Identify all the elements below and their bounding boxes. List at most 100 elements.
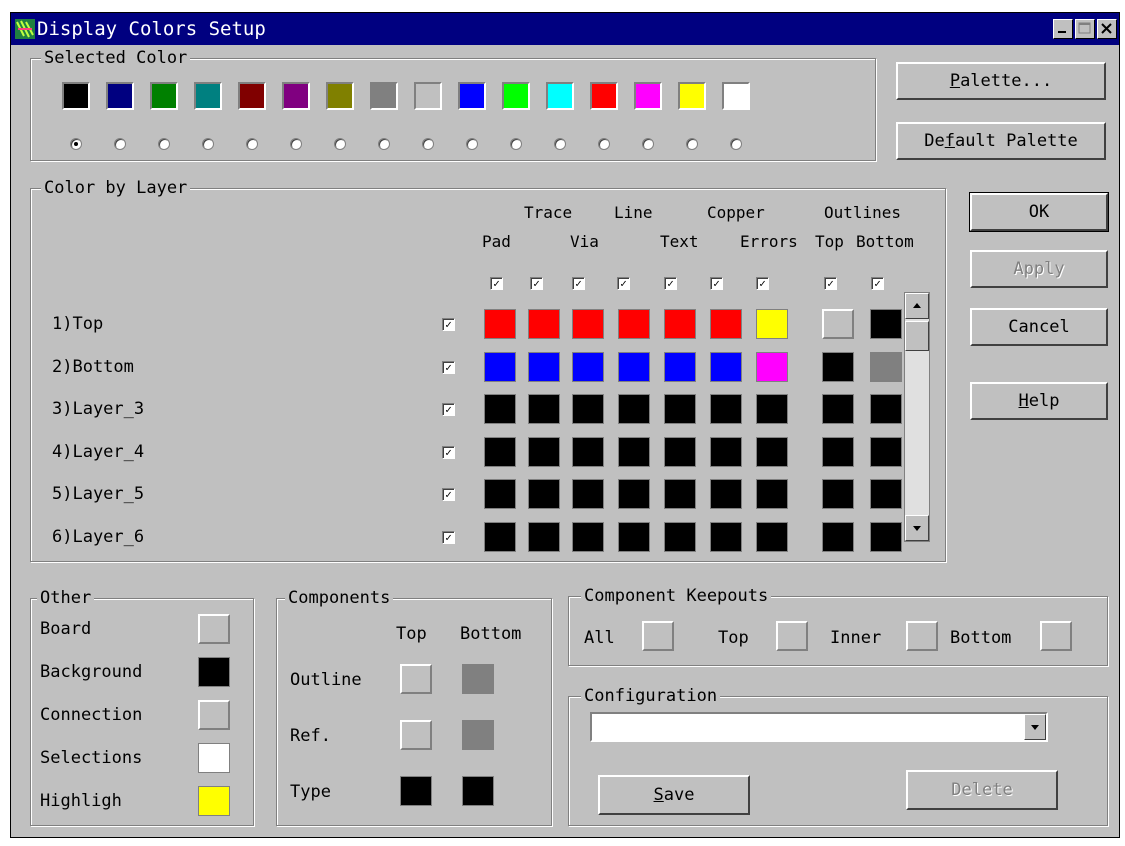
layer-color-cell[interactable] <box>756 309 788 339</box>
palette-swatch[interactable] <box>106 82 134 110</box>
palette-radio[interactable] <box>334 138 346 150</box>
layer-color-cell[interactable] <box>664 309 696 339</box>
layer-color-cell[interactable] <box>528 436 560 467</box>
palette-radio[interactable] <box>686 138 698 150</box>
layer-outline-cell[interactable] <box>870 436 902 467</box>
column-checkbox[interactable]: ✓ <box>824 277 837 290</box>
layer-color-cell[interactable] <box>618 436 650 467</box>
scroll-down-button[interactable] <box>905 515 929 541</box>
layer-color-cell[interactable] <box>618 351 650 382</box>
layer-color-cell[interactable] <box>664 436 696 467</box>
layer-color-cell[interactable] <box>710 479 742 509</box>
maximize-button[interactable] <box>1075 19 1095 39</box>
layer-color-cell[interactable] <box>572 479 604 509</box>
layer-enable-checkbox[interactable]: ✓ <box>442 403 455 416</box>
keepout-color-button[interactable] <box>1040 621 1072 651</box>
layer-color-cell[interactable] <box>710 309 742 339</box>
palette-radio[interactable] <box>642 138 654 150</box>
palette-swatch[interactable] <box>150 82 178 110</box>
layer-outline-cell[interactable] <box>870 394 902 424</box>
palette-radio[interactable] <box>114 138 126 150</box>
component-color-button[interactable] <box>400 720 432 750</box>
layer-color-cell[interactable] <box>528 394 560 424</box>
palette-radio[interactable] <box>290 138 302 150</box>
column-checkbox[interactable]: ✓ <box>710 277 723 290</box>
layer-outline-cell[interactable] <box>870 521 902 552</box>
layer-color-cell[interactable] <box>664 394 696 424</box>
layer-outline-cell[interactable] <box>822 436 854 467</box>
layer-outline-cell[interactable] <box>822 351 854 382</box>
layer-color-cell[interactable] <box>484 309 516 339</box>
layer-color-cell[interactable] <box>572 309 604 339</box>
component-color-button[interactable] <box>400 664 432 694</box>
title-bar[interactable]: Display Colors Setup <box>11 13 1119 45</box>
layer-outline-cell[interactable] <box>822 309 854 339</box>
palette-swatch[interactable] <box>722 82 750 110</box>
layer-enable-checkbox[interactable]: ✓ <box>442 318 455 331</box>
other-color-button[interactable] <box>198 700 230 730</box>
layer-color-cell[interactable] <box>664 521 696 552</box>
layer-color-cell[interactable] <box>710 521 742 552</box>
cancel-button[interactable]: Cancel <box>970 308 1108 346</box>
palette-radio[interactable] <box>422 138 434 150</box>
layer-enable-checkbox[interactable]: ✓ <box>442 530 455 544</box>
layer-color-cell[interactable] <box>710 351 742 382</box>
layer-color-cell[interactable] <box>710 436 742 467</box>
layer-color-cell[interactable] <box>572 351 604 382</box>
component-color-button[interactable] <box>462 664 494 694</box>
palette-swatch[interactable] <box>414 82 442 110</box>
layer-color-cell[interactable] <box>756 479 788 509</box>
layer-outline-cell[interactable] <box>822 521 854 552</box>
palette-swatch[interactable] <box>546 82 574 110</box>
layer-color-cell[interactable] <box>528 521 560 552</box>
layer-color-cell[interactable] <box>756 351 788 382</box>
apply-button[interactable]: Apply <box>970 250 1108 288</box>
other-color-button[interactable] <box>198 657 230 687</box>
help-button[interactable]: Help <box>970 382 1108 420</box>
palette-radio[interactable] <box>554 138 566 150</box>
column-checkbox[interactable]: ✓ <box>871 277 884 290</box>
palette-swatch[interactable] <box>634 82 662 110</box>
layer-outline-cell[interactable] <box>822 394 854 424</box>
layer-color-cell[interactable] <box>484 351 516 382</box>
configuration-dropdown-button[interactable] <box>1024 714 1046 740</box>
palette-swatch[interactable] <box>326 82 354 110</box>
palette-swatch[interactable] <box>282 82 310 110</box>
layer-enable-checkbox[interactable]: ✓ <box>442 445 455 459</box>
palette-radio[interactable] <box>466 138 478 150</box>
layer-color-cell[interactable] <box>484 521 516 552</box>
column-checkbox[interactable]: ✓ <box>756 277 769 290</box>
component-color-button[interactable] <box>462 720 494 750</box>
default-palette-button[interactable]: Default Palette <box>896 122 1106 160</box>
keepout-color-button[interactable] <box>776 621 808 651</box>
layer-color-cell[interactable] <box>484 436 516 467</box>
palette-swatch[interactable] <box>62 82 90 110</box>
layer-color-cell[interactable] <box>756 436 788 467</box>
save-button[interactable]: Save <box>598 775 750 815</box>
layer-color-cell[interactable] <box>664 479 696 509</box>
keepout-color-button[interactable] <box>642 621 674 651</box>
palette-radio[interactable] <box>158 138 170 150</box>
layer-color-cell[interactable] <box>484 394 516 424</box>
layer-color-cell[interactable] <box>664 351 696 382</box>
palette-swatch[interactable] <box>502 82 530 110</box>
layer-color-cell[interactable] <box>572 394 604 424</box>
palette-swatch[interactable] <box>194 82 222 110</box>
column-checkbox[interactable]: ✓ <box>530 277 543 290</box>
layer-outline-cell[interactable] <box>870 351 902 382</box>
palette-swatch[interactable] <box>238 82 266 110</box>
layer-color-cell[interactable] <box>572 436 604 467</box>
layer-outline-cell[interactable] <box>870 309 902 339</box>
delete-button[interactable]: Delete <box>906 770 1058 810</box>
component-color-button[interactable] <box>400 776 432 806</box>
other-color-button[interactable] <box>198 614 230 644</box>
palette-radio[interactable] <box>378 138 390 150</box>
palette-radio[interactable] <box>202 138 214 150</box>
palette-radio[interactable] <box>730 138 742 150</box>
palette-swatch[interactable] <box>370 82 398 110</box>
layer-color-cell[interactable] <box>618 479 650 509</box>
layer-color-cell[interactable] <box>618 309 650 339</box>
palette-swatch[interactable] <box>458 82 486 110</box>
palette-radio[interactable] <box>510 138 522 150</box>
layer-outline-cell[interactable] <box>822 479 854 509</box>
